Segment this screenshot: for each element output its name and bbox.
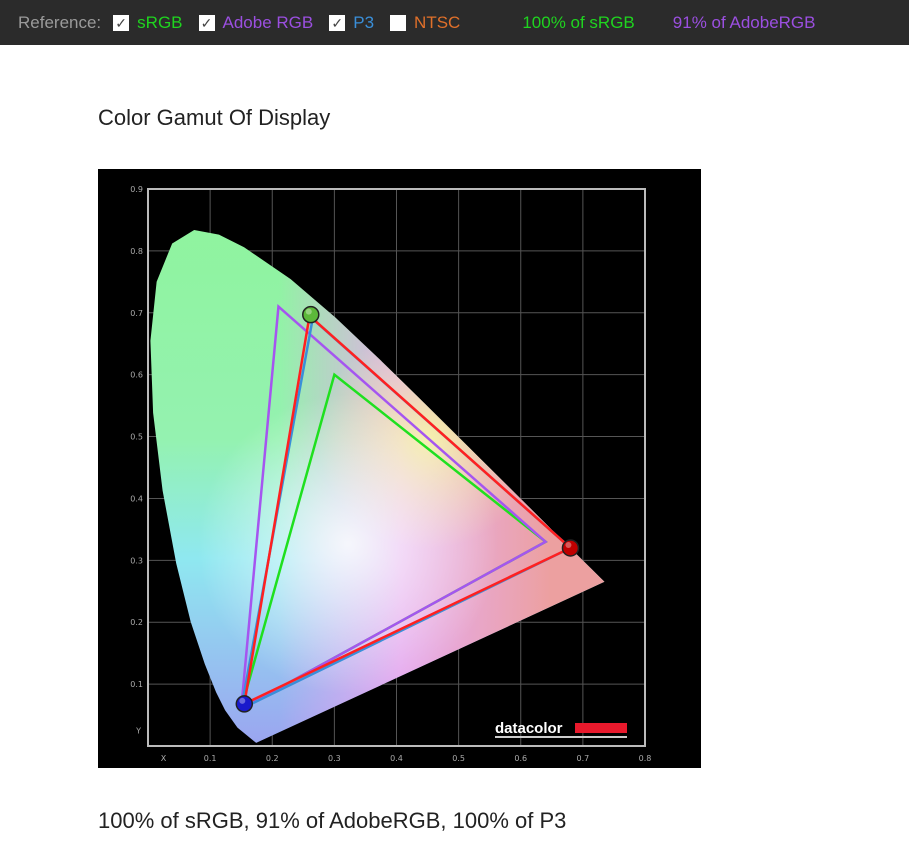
checkbox[interactable] [390, 14, 407, 31]
x-tick-label: 0.4 [390, 754, 403, 763]
reference-name: Adobe RGB [222, 12, 314, 32]
y-axis-label: Y [135, 727, 141, 736]
y-tick-label: 0.8 [130, 247, 143, 256]
page-title: Color Gamut Of Display [98, 105, 331, 130]
y-tick-label: 0.4 [130, 494, 143, 503]
y-tick-label: 0.3 [130, 556, 143, 565]
primary-marker-red [561, 539, 580, 557]
reference-adobe-rgb[interactable]: ✓ Adobe RGB [198, 12, 314, 33]
reference-toolbar: Reference: ✓ sRGB ✓ Adobe RGB ✓ P3 NTSC 100% o… [0, 0, 909, 45]
reference-ntsc[interactable]: NTSC [390, 13, 460, 33]
y-tick-label: 0.1 [130, 680, 143, 689]
primary-marker-green [302, 305, 320, 324]
checkbox[interactable]: ✓ [113, 14, 130, 31]
y-tick-label: 0.6 [130, 371, 143, 380]
gamut-chart: 0.1 0.2 0.3 0.4 0.5 0.6 0.7 0.8 0.1 0.2 0.3 0.4 0.5 0… [98, 169, 701, 768]
reference-name: sRGB [137, 12, 183, 32]
x-tick-label: 0.6 [514, 754, 527, 763]
gamut-summary: 100% of sRGB, 91% of AdobeRGB, 100% of P… [98, 808, 567, 833]
reference-srgb[interactable]: ✓ sRGB [113, 12, 183, 33]
marker-highlight [565, 541, 572, 548]
primary-marker-blue [235, 695, 254, 713]
x-tick-label: 0.1 [204, 754, 217, 763]
x-tick-label: 0.7 [577, 754, 590, 763]
marker-highlight [305, 308, 312, 315]
x-axis-label: X [161, 754, 167, 763]
reference-name: NTSC [414, 12, 461, 32]
checkbox[interactable]: ✓ [198, 14, 215, 31]
reference-label: Reference: [18, 12, 102, 32]
marker-highlight [239, 697, 246, 704]
checkbox[interactable]: ✓ [329, 14, 346, 31]
y-tick-label: 0.9 [130, 185, 143, 194]
x-tick-label: 0.8 [639, 754, 652, 763]
x-tick-label: 0.3 [328, 754, 341, 763]
datacolor-logo: datacolor [495, 720, 627, 738]
srgb-coverage: 100% of sRGB [522, 12, 635, 32]
y-tick-label: 0.2 [130, 618, 143, 627]
gamut-chart-svg: 0.1 0.2 0.3 0.4 0.5 0.6 0.7 0.8 0.1 0.2 0.3 0.4 0.5 0… [130, 185, 652, 763]
adobergb-coverage: 91% of AdobeRGB [672, 12, 816, 32]
x-tick-label: 0.5 [452, 754, 465, 763]
reference-p3[interactable]: ✓ P3 [329, 13, 374, 33]
x-tick-label: 0.2 [266, 754, 279, 763]
datacolor-logo-text: datacolor [495, 720, 563, 737]
reference-name: P3 [353, 12, 375, 32]
y-tick-label: 0.7 [130, 309, 143, 318]
spectral-locus-fill [150, 229, 605, 743]
y-tick-label: 0.5 [130, 433, 143, 442]
